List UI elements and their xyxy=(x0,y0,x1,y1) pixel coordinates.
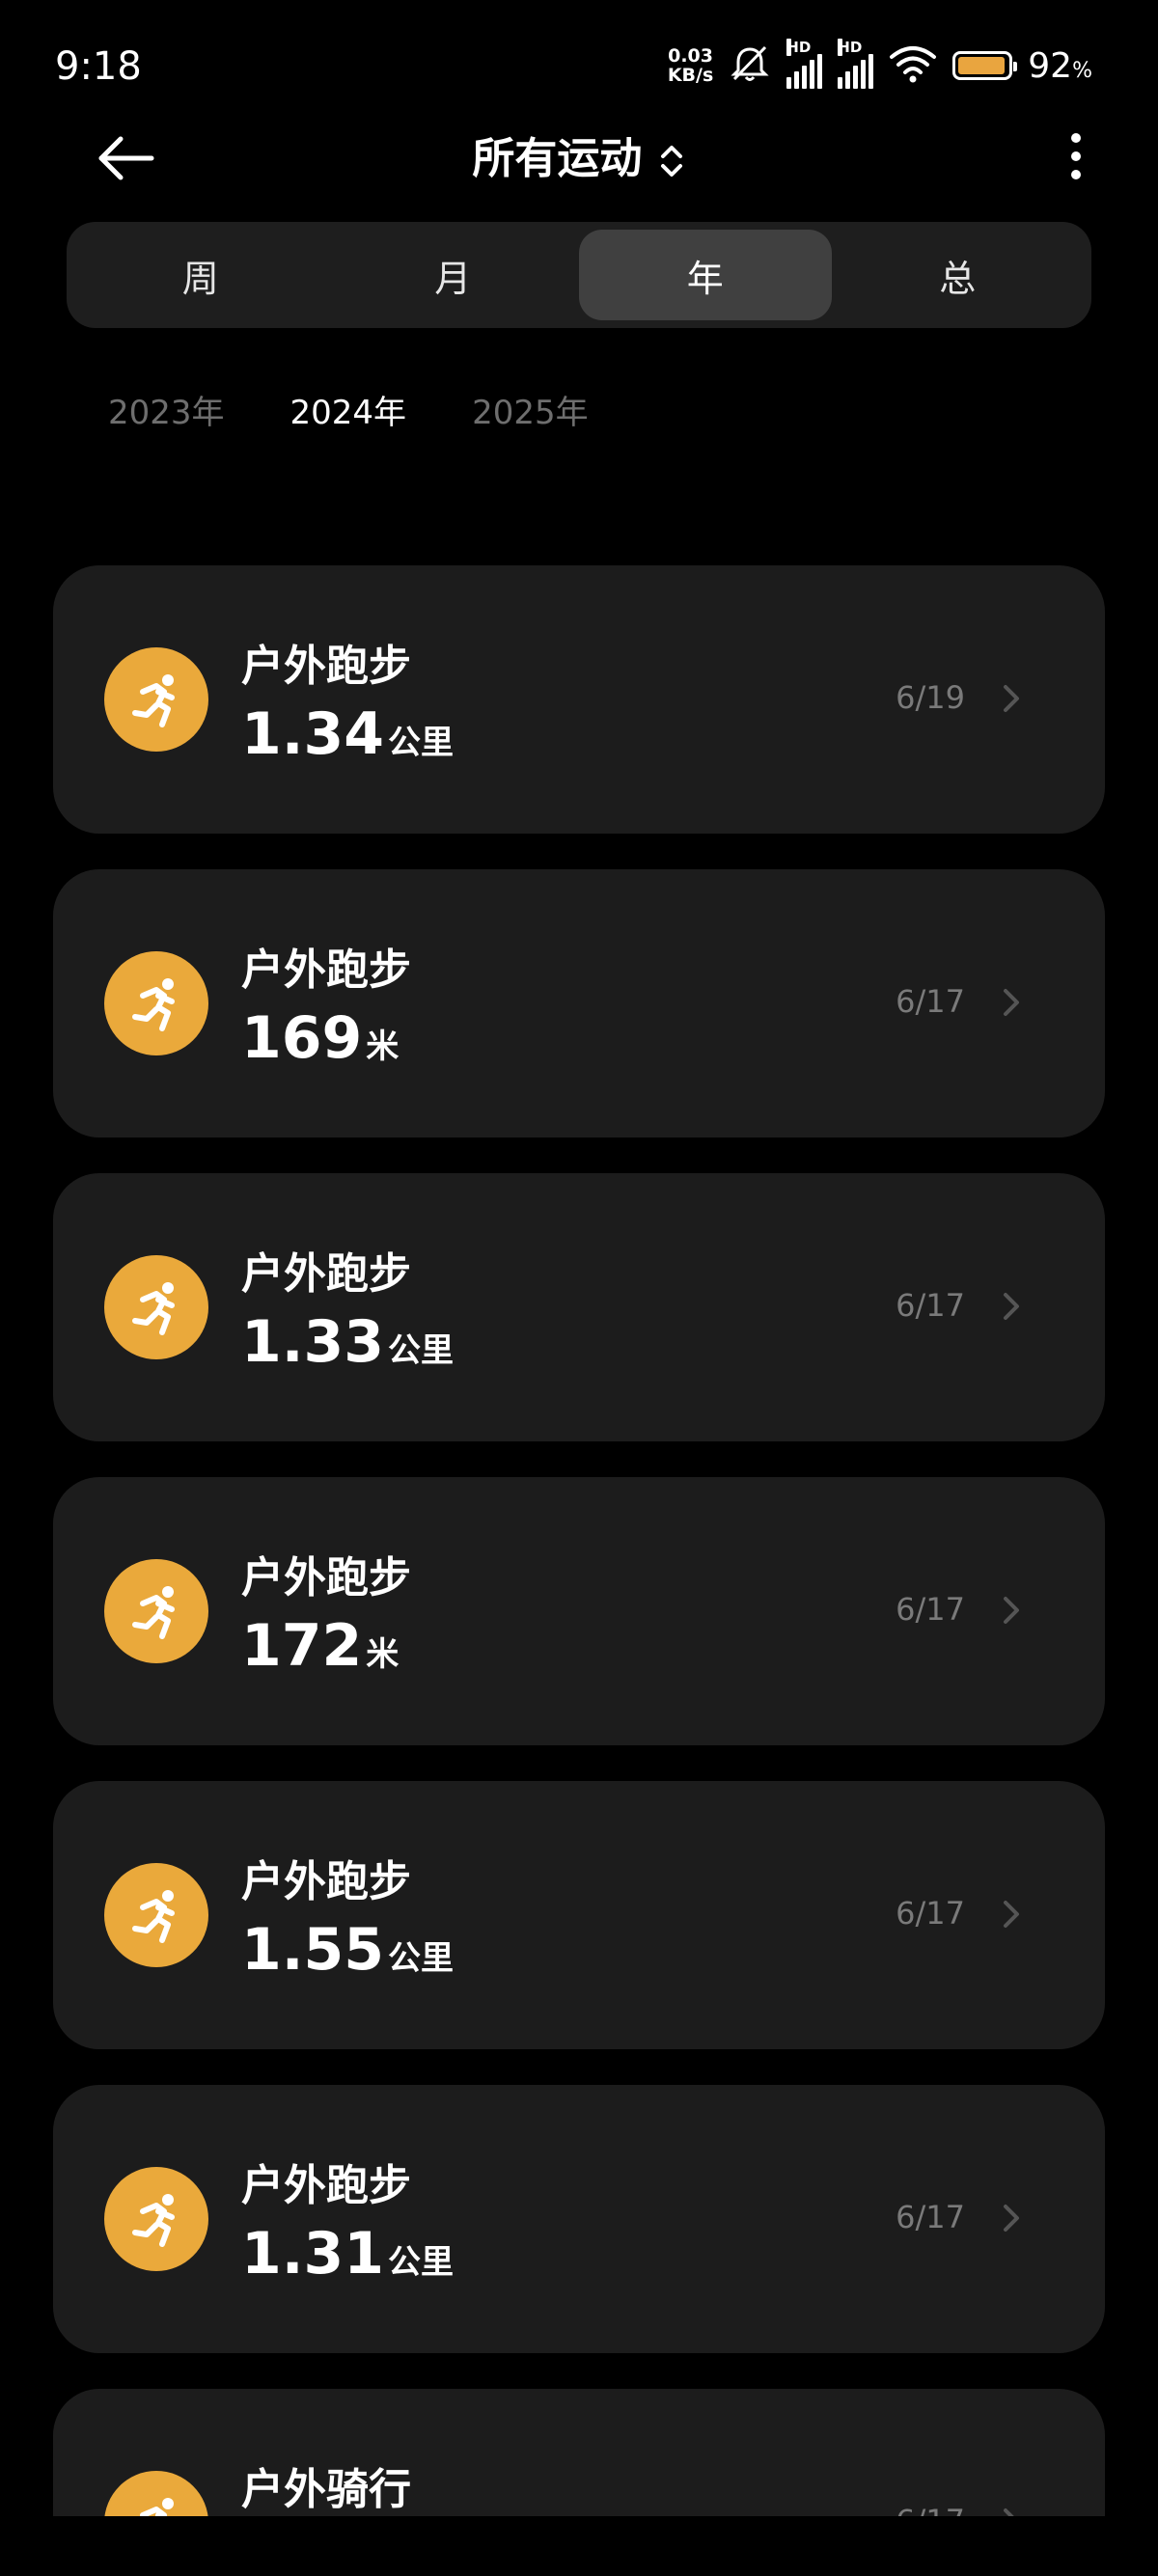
activity-name: 户外跑步 xyxy=(241,1553,411,1603)
activity-distance: 1.33 公里 xyxy=(241,1308,455,1376)
activity-date: 6/17 xyxy=(896,1287,965,1324)
chevron-right-icon xyxy=(1000,2503,1023,2516)
activity-name: 户外跑步 xyxy=(241,1249,411,1299)
activity-distance: 169 米 xyxy=(241,1004,400,1072)
activity-name: 户外跑步 xyxy=(241,2161,411,2210)
running-icon xyxy=(104,647,208,752)
activity-card[interactable]: 户外跑步 1.55 公里 6/17 xyxy=(53,1781,1105,2049)
chevron-right-icon xyxy=(1000,2199,1023,2244)
activity-date: 6/17 xyxy=(896,1895,965,1932)
activity-date: 6/17 xyxy=(896,983,965,1020)
activity-date: 6/19 xyxy=(896,679,965,716)
activity-card[interactable]: 户外跑步 1.33 公里 6/17 xyxy=(53,1173,1105,1441)
running-icon xyxy=(104,2167,208,2271)
running-icon xyxy=(104,1255,208,1359)
activity-card[interactable]: 户外跑步 169 米 6/17 xyxy=(53,869,1105,1137)
activity-name: 户外跑步 xyxy=(241,945,411,995)
chevron-right-icon xyxy=(1000,1895,1023,1940)
activity-date: 6/17 xyxy=(896,2199,965,2235)
activity-card[interactable]: 户外骑行 6/17 xyxy=(53,2389,1105,2516)
chevron-right-icon xyxy=(1000,679,1023,725)
running-icon xyxy=(104,1559,208,1663)
cycling-icon xyxy=(104,2471,208,2516)
activity-name: 户外跑步 xyxy=(241,642,411,691)
chevron-right-icon xyxy=(1000,1591,1023,1636)
activity-distance: 1.31 公里 xyxy=(241,2220,455,2288)
activity-card[interactable]: 户外跑步 172 米 6/17 xyxy=(53,1477,1105,1745)
activity-card[interactable]: 户外跑步 1.34 公里 6/19 xyxy=(53,565,1105,834)
activity-date: 6/17 xyxy=(896,2503,965,2516)
activity-distance: 1.34 公里 xyxy=(241,700,455,768)
activity-date: 6/17 xyxy=(896,1591,965,1628)
running-icon xyxy=(104,1863,208,1967)
activity-list: 户外跑步 1.34 公里 6/19 户外跑步 169 米 6/17 户外跑步 1.3… xyxy=(53,565,1105,2516)
list-viewport: 户外跑步 1.34 公里 6/19 户外跑步 169 米 6/17 户外跑步 1.3… xyxy=(0,0,1158,2516)
activity-card[interactable]: 户外跑步 1.31 公里 6/17 xyxy=(53,2085,1105,2353)
running-icon xyxy=(104,951,208,1055)
activity-distance: 172 米 xyxy=(241,1612,400,1680)
activity-name: 户外跑步 xyxy=(241,1857,411,1906)
activity-name: 户外骑行 xyxy=(241,2465,411,2514)
chevron-right-icon xyxy=(1000,1287,1023,1332)
chevron-right-icon xyxy=(1000,983,1023,1028)
activity-distance: 1.55 公里 xyxy=(241,1916,455,1984)
